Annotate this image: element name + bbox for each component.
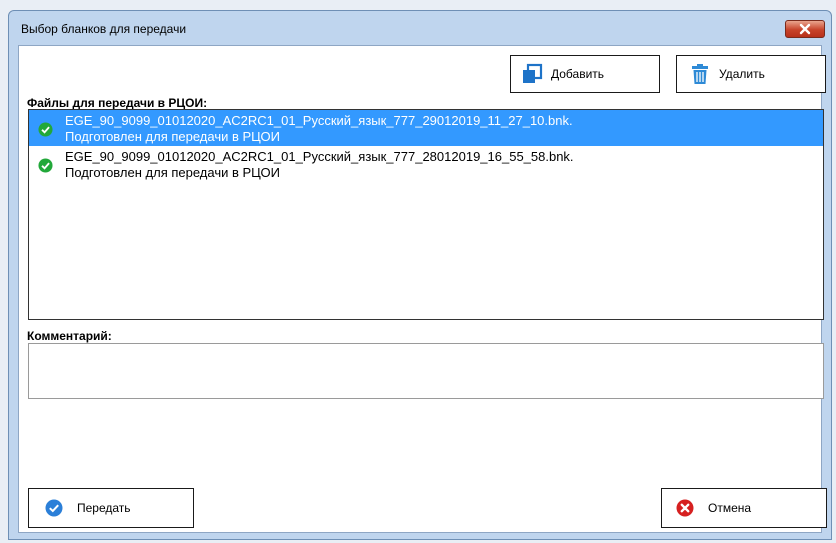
file-status: Подготовлен для передачи в РЦОИ	[65, 165, 280, 180]
file-name: EGE_90_9099_01012020_AC2RC1_01_Русский_я…	[65, 113, 573, 128]
delete-button[interactable]: Удалить	[676, 55, 826, 93]
add-button[interactable]: Добавить	[510, 55, 660, 93]
window-title: Выбор бланков для передачи	[21, 22, 187, 36]
comment-field[interactable]	[28, 343, 824, 399]
add-button-label: Добавить	[551, 67, 605, 81]
dialog-content: Добавить Удалить Файлы для передачи в РЦ…	[18, 45, 827, 533]
file-status: Подготовлен для передачи в РЦОИ	[65, 129, 280, 144]
check-circle-icon	[38, 122, 53, 137]
check-circle-icon	[38, 158, 53, 173]
file-list-item[interactable]: EGE_90_9099_01012020_AC2RC1_01_Русский_я…	[29, 146, 823, 182]
close-icon	[799, 23, 811, 35]
check-circle-icon	[45, 499, 63, 517]
delete-button-label: Удалить	[719, 67, 765, 81]
file-list[interactable]: EGE_90_9099_01012020_AC2RC1_01_Русский_я…	[28, 109, 824, 320]
cancel-button-label: Отмена	[708, 501, 752, 515]
file-name: EGE_90_9099_01012020_AC2RC1_01_Русский_я…	[65, 149, 574, 164]
files-label: Файлы для передачи в РЦОИ:	[27, 96, 208, 110]
send-button[interactable]: Передать	[28, 488, 194, 528]
comment-label: Комментарий:	[27, 329, 112, 343]
close-button[interactable]	[785, 20, 825, 38]
cancel-button[interactable]: Отмена	[661, 488, 827, 528]
file-list-item[interactable]: EGE_90_9099_01012020_AC2RC1_01_Русский_я…	[29, 110, 823, 146]
send-button-label: Передать	[77, 501, 131, 515]
trash-icon	[692, 64, 708, 84]
title-bar: Выбор бланков для передачи	[9, 11, 831, 45]
cancel-x-icon	[676, 499, 694, 517]
dialog-window: Выбор бланков для передачи Добавить Удал…	[8, 10, 832, 540]
window-restore-icon	[523, 63, 543, 83]
